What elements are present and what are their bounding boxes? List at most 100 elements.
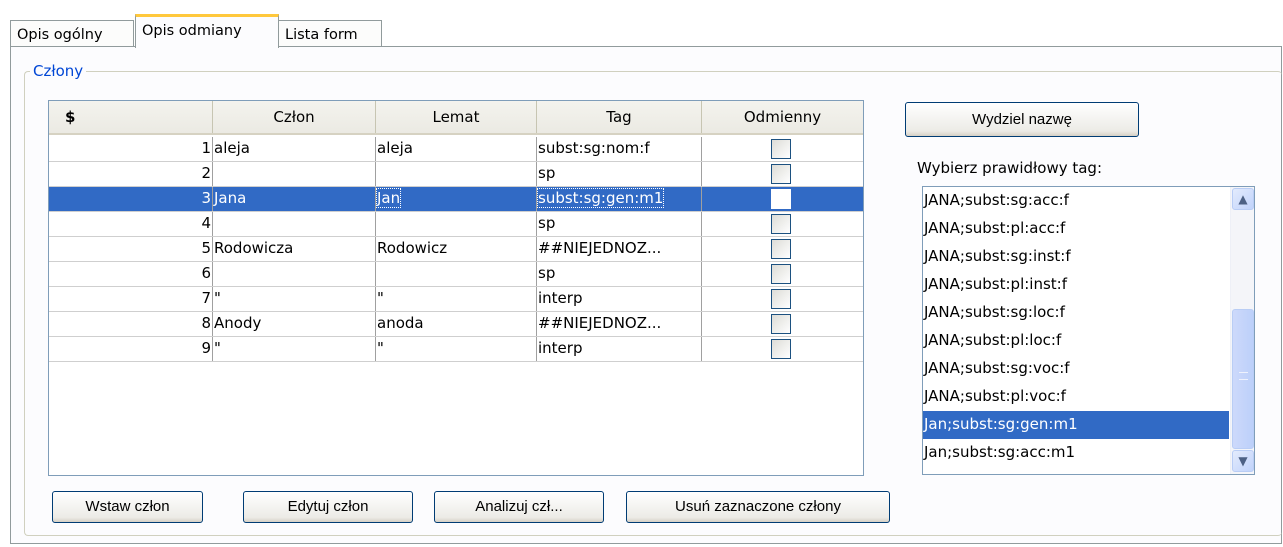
cell-lemat-text: anoda (377, 314, 424, 332)
cell-tag-text: sp (538, 264, 556, 282)
header-tag[interactable]: Tag (537, 101, 702, 133)
cell-tag[interactable]: sp (537, 212, 702, 236)
scroll-down-icon[interactable]: ▼ (1232, 450, 1254, 472)
cell-czlon-text: " (214, 339, 221, 357)
scrollbar-thumb[interactable] (1232, 309, 1254, 449)
members-table: $ Człon Lemat Tag Odmienny 1 aleja aleja su… (48, 100, 864, 476)
cell-lemat-text: " (377, 289, 384, 307)
edit-member-button[interactable]: Edytuj człon (243, 491, 413, 523)
cell-odmienny (702, 137, 863, 161)
cell-lemat[interactable]: Jan (376, 187, 537, 211)
cell-lemat[interactable]: aleja (376, 137, 537, 161)
odmienny-checkbox[interactable] (771, 214, 791, 234)
table-row[interactable]: 1 aleja aleja subst:sg:nom:f (49, 137, 863, 162)
cell-czlon[interactable]: Jana (213, 187, 376, 211)
cell-czlon[interactable] (213, 262, 376, 286)
odmienny-checkbox[interactable] (771, 314, 791, 334)
choose-tag-label: Wybierz prawidłowy tag: (917, 159, 1103, 177)
odmienny-checkbox[interactable] (771, 339, 791, 359)
table-row[interactable]: 2 sp (49, 162, 863, 187)
cell-czlon[interactable] (213, 212, 376, 236)
cell-tag[interactable]: subst:sg:nom:f (537, 137, 702, 161)
row-number: 2 (49, 162, 213, 186)
tag-list-item[interactable]: JANA;subst:sg:acc:f (923, 187, 1229, 215)
cell-czlon[interactable]: " (213, 337, 376, 361)
delete-selected-members-button[interactable]: Usuń zaznaczone człony (626, 491, 890, 523)
table-row[interactable]: 6 sp (49, 262, 863, 287)
cell-lemat[interactable] (376, 212, 537, 236)
cell-lemat[interactable] (376, 262, 537, 286)
odmienny-checkbox[interactable] (771, 289, 791, 309)
tag-list-item[interactable]: JANA;subst:sg:inst:f (923, 243, 1229, 271)
cell-tag[interactable]: interp (537, 337, 702, 361)
odmienny-checkbox[interactable] (771, 239, 791, 259)
insert-member-button[interactable]: Wstaw człon (52, 491, 203, 523)
header-dollar[interactable]: $ (49, 101, 213, 133)
tag-list-item[interactable]: JANA;subst:pl:inst:f (923, 271, 1229, 299)
cell-tag[interactable]: ##NIEJEDNOZ... (537, 312, 702, 336)
cell-odmienny (702, 337, 863, 361)
cell-lemat[interactable]: anoda (376, 312, 537, 336)
cell-odmienny (702, 312, 863, 336)
tag-list-item[interactable]: Jan;subst:sg:acc:m1 (923, 439, 1229, 467)
cell-odmienny (702, 237, 863, 261)
tag-list-item[interactable]: JANA;subst:pl:acc:f (923, 215, 1229, 243)
cell-tag-text: subst:sg:nom:f (538, 139, 650, 157)
cell-tag-text: ##NIEJEDNOZ... (538, 239, 662, 257)
cell-czlon[interactable]: Rodowicza (213, 237, 376, 261)
cell-tag[interactable]: sp (537, 162, 702, 186)
header-lemat[interactable]: Lemat (376, 101, 537, 133)
cell-tag[interactable]: subst:sg:gen:m1 (537, 187, 702, 211)
table-header: $ Człon Lemat Tag Odmienny (49, 101, 863, 135)
cell-odmienny (702, 212, 863, 236)
cell-czlon-text: Rodowicza (214, 239, 294, 257)
table-row[interactable]: 8 Anody anoda ##NIEJEDNOZ... (49, 312, 863, 337)
table-row[interactable]: 5 Rodowicza Rodowicz ##NIEJEDNOZ... (49, 237, 863, 262)
header-czlon[interactable]: Człon (213, 101, 376, 133)
cell-lemat[interactable]: Rodowicz (376, 237, 537, 261)
odmienny-checkbox[interactable] (771, 164, 791, 184)
cell-odmienny (702, 262, 863, 286)
cell-lemat-text: aleja (377, 139, 413, 157)
cell-lemat[interactable]: " (376, 337, 537, 361)
cell-tag[interactable]: interp (537, 287, 702, 311)
header-odmienny[interactable]: Odmienny (702, 101, 863, 133)
cell-lemat[interactable]: " (376, 287, 537, 311)
tag-list-item[interactable]: Jan;subst:sg:gen:m1 (923, 411, 1229, 439)
tag-listbox[interactable]: JANA;subst:sg:acc:f JANA;subst:pl:acc:f JA… (922, 186, 1255, 475)
odmienny-checkbox[interactable] (771, 189, 791, 209)
cell-lemat-text: Rodowicz (377, 239, 448, 257)
extract-name-button[interactable]: Wydziel nazwę (905, 102, 1139, 137)
cell-tag[interactable]: sp (537, 262, 702, 286)
cell-czlon-text: " (214, 289, 221, 307)
tag-list-item[interactable]: JANA;subst:sg:loc:f (923, 299, 1229, 327)
odmienny-checkbox[interactable] (771, 264, 791, 284)
tag-list-scrollbar[interactable]: ▲ ▼ (1230, 187, 1254, 474)
cell-tag-text: sp (538, 164, 556, 182)
table-row[interactable]: 4 sp (49, 212, 863, 237)
cell-odmienny (702, 162, 863, 186)
scroll-up-icon[interactable]: ▲ (1232, 188, 1254, 210)
cell-czlon[interactable]: Anody (213, 312, 376, 336)
odmienny-checkbox[interactable] (771, 139, 791, 159)
table-row[interactable]: 7 " " interp (49, 287, 863, 312)
cell-czlon[interactable]: aleja (213, 137, 376, 161)
cell-tag-text: interp (538, 339, 583, 357)
tab-opis-odmiany[interactable]: Opis odmiany (135, 14, 279, 48)
table-row[interactable]: 9 " " interp (49, 337, 863, 362)
tag-list-item[interactable]: JANA;subst:pl:loc:f (923, 327, 1229, 355)
grip-icon (1239, 372, 1248, 380)
cell-tag-text: subst:sg:gen:m1 (537, 188, 665, 208)
cell-czlon[interactable] (213, 162, 376, 186)
cell-czlon[interactable]: " (213, 287, 376, 311)
tag-list-item[interactable]: JANA;subst:sg:voc:f (923, 355, 1229, 383)
row-number: 8 (49, 312, 213, 336)
analyze-member-button[interactable]: Analizuj czł... (434, 491, 604, 523)
cell-odmienny (702, 287, 863, 311)
cell-odmienny (702, 187, 863, 211)
cell-lemat[interactable] (376, 162, 537, 186)
cell-tag[interactable]: ##NIEJEDNOZ... (537, 237, 702, 261)
tag-list-item[interactable]: JANA;subst:pl:voc:f (923, 383, 1229, 411)
cell-czlon-text: Anody (214, 314, 262, 332)
table-row[interactable]: 3 Jana Jan subst:sg:gen:m1 (49, 187, 863, 212)
